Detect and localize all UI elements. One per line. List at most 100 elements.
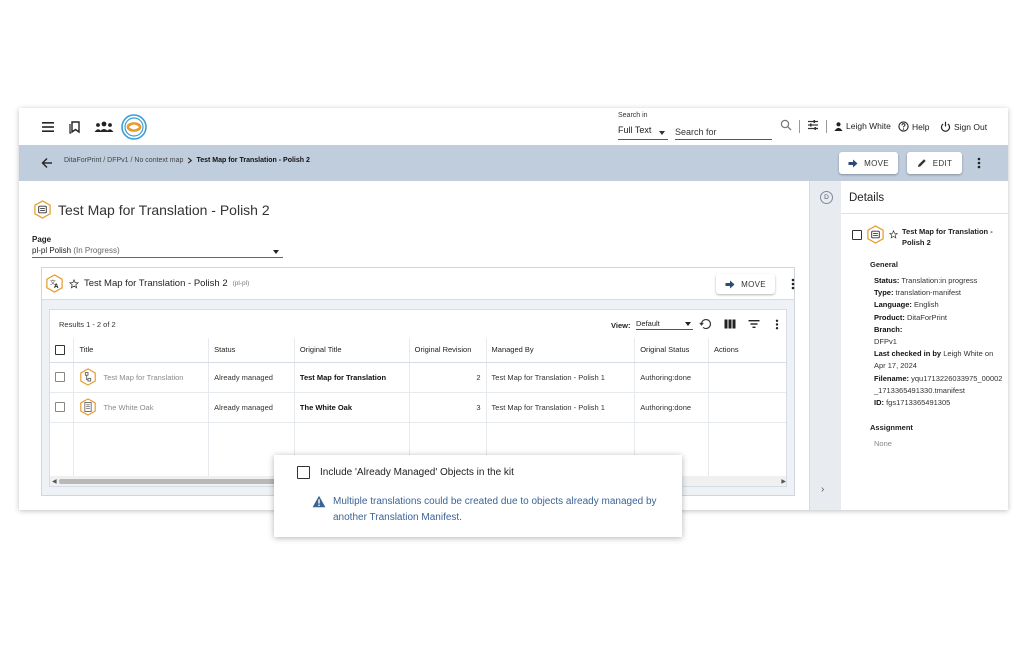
- chevron-right-icon[interactable]: ›: [821, 484, 824, 495]
- row-checkbox[interactable]: [55, 402, 65, 412]
- warning-icon: [312, 495, 326, 508]
- row-original-title: The White Oak: [293, 392, 410, 423]
- page-select[interactable]: pl-pl Polish (In Progress): [32, 246, 283, 258]
- row-checkbox[interactable]: [55, 372, 65, 382]
- details-checkbox[interactable]: [852, 230, 862, 240]
- help-label: Help: [912, 121, 930, 132]
- row-original-status: Authoring:done: [634, 392, 709, 423]
- help-link[interactable]: Help: [898, 121, 929, 132]
- include-managed-popup: Include 'Already Managed' Objects in the…: [274, 455, 682, 537]
- details-object: Test Map for Translation - Polish 2: [852, 225, 994, 248]
- sign-out-link[interactable]: Sign Out: [940, 121, 987, 132]
- column-header-actions[interactable]: Actions: [708, 338, 786, 363]
- row-title[interactable]: The White Oak: [103, 403, 153, 412]
- details-properties: Status: Translation:in progress Type: tr…: [874, 275, 1004, 409]
- search-scope-value: Full Text: [618, 125, 652, 135]
- view-select[interactable]: Default: [636, 319, 693, 330]
- view-label: View:: [611, 321, 631, 330]
- panel-move-button[interactable]: MOVE: [716, 274, 775, 294]
- table-row[interactable]: Test Map for Translation Already managed…: [50, 362, 786, 393]
- column-header-original-title[interactable]: Original Title: [293, 338, 410, 363]
- back-arrow-icon[interactable]: [37, 153, 57, 173]
- language-label: Language:: [874, 300, 912, 310]
- search-scope-select[interactable]: Full Text: [618, 125, 668, 140]
- star-outline-icon[interactable]: [69, 278, 79, 289]
- row-original-revision: 3: [408, 392, 487, 423]
- warning-text: Multiple translations could be created d…: [333, 496, 657, 523]
- product-label: Product:: [874, 312, 905, 322]
- warning-message: Multiple translations could be created d…: [312, 494, 673, 526]
- row-original-status: Authoring:done: [634, 362, 709, 393]
- user-name: Leigh White: [846, 121, 891, 131]
- branch-label: Branch:: [874, 324, 903, 334]
- columns-icon[interactable]: [722, 317, 738, 331]
- scroll-left-icon[interactable]: ◀: [52, 478, 57, 485]
- arrow-right-icon: [848, 159, 858, 167]
- more-vert-icon[interactable]: [969, 153, 989, 173]
- star-outline-icon[interactable]: [889, 230, 898, 239]
- page-title-row: Test Map for Translation - Polish 2: [33, 200, 270, 219]
- breadcrumb-bar: DitaForPrint / DFPv1 / No context map Te…: [19, 145, 1008, 181]
- search-icon[interactable]: [779, 118, 793, 132]
- search-input[interactable]: [675, 125, 772, 140]
- column-header-original-revision[interactable]: Original Revision: [408, 338, 487, 363]
- search-in-label: Search in: [618, 112, 648, 119]
- include-managed-checkbox[interactable]: [297, 466, 310, 479]
- scroll-right-icon[interactable]: ▶: [781, 478, 786, 485]
- users-icon[interactable]: [93, 117, 115, 137]
- filter-icon[interactable]: [746, 317, 762, 331]
- view-select-value: Default: [636, 319, 660, 328]
- bookmarks-icon[interactable]: [65, 117, 85, 137]
- table-row[interactable]: The White Oak Already managed The White …: [50, 392, 786, 423]
- page-select-value: pl-pl Polish: [32, 246, 72, 255]
- include-managed-label: Include 'Already Managed' Objects in the…: [320, 467, 514, 478]
- details-object-title: Test Map for Translation - Polish 2: [902, 227, 993, 247]
- details-title: Details: [849, 192, 885, 204]
- panel-title: Test Map for Translation - Polish 2: [84, 278, 228, 289]
- page-label: Page: [32, 235, 52, 244]
- menu-icon[interactable]: [38, 117, 58, 137]
- id-label: ID:: [874, 398, 884, 408]
- user-menu[interactable]: Leigh White: [834, 121, 891, 131]
- row-status: Already managed: [208, 362, 295, 393]
- row-actions: [708, 362, 786, 393]
- include-managed-option[interactable]: Include 'Already Managed' Objects in the…: [297, 466, 514, 479]
- select-all-checkbox[interactable]: [55, 344, 65, 355]
- row-managed-by: Test Map for Translation - Polish 1: [485, 362, 635, 393]
- app-logo-icon[interactable]: [120, 113, 148, 141]
- edit-button-label: EDIT: [932, 158, 953, 168]
- topic-icon: [80, 398, 97, 416]
- status-value: Translation:in progress: [901, 276, 978, 285]
- row-actions: [708, 392, 786, 423]
- column-header-status[interactable]: Status: [208, 338, 295, 363]
- details-badge[interactable]: D: [820, 191, 833, 204]
- map-icon: [80, 368, 97, 386]
- app-window: Search in Full Text Leigh White Help Sig…: [19, 108, 1008, 510]
- status-label: Status:: [874, 276, 900, 285]
- panel-header: 文A Test Map for Translation - Polish 2 (…: [42, 268, 795, 300]
- reset-view-icon[interactable]: [698, 317, 714, 331]
- divider: [799, 120, 800, 133]
- more-vert-icon[interactable]: [783, 274, 803, 294]
- column-header-original-status[interactable]: Original Status: [634, 338, 709, 363]
- column-header-title[interactable]: Title: [73, 338, 209, 363]
- details-rail: D ›: [809, 181, 841, 510]
- power-icon: [940, 121, 951, 132]
- more-vert-icon[interactable]: [769, 317, 785, 331]
- row-original-revision: 2: [408, 362, 487, 393]
- divider: [841, 213, 1008, 214]
- branch-value: DFPv1: [874, 337, 897, 347]
- column-header-managed-by[interactable]: Managed By: [485, 338, 635, 363]
- results-count: Results 1 - 2 of 2: [59, 320, 116, 329]
- breadcrumb-path[interactable]: DitaForPrint / DFPv1 / No context map: [64, 157, 183, 164]
- translation-manifest-icon: [867, 225, 884, 244]
- move-button[interactable]: MOVE: [839, 152, 898, 174]
- row-managed-by: Test Map for Translation - Polish 1: [485, 392, 635, 423]
- row-title-cell: The White Oak: [79, 398, 203, 416]
- filter-settings-icon[interactable]: [806, 118, 820, 132]
- general-label: General: [870, 260, 898, 269]
- edit-button[interactable]: EDIT: [907, 152, 962, 174]
- row-title[interactable]: Test Map for Translation: [103, 373, 183, 382]
- caret-down-icon: [685, 322, 691, 326]
- page-title: Test Map for Translation - Polish 2: [58, 201, 270, 218]
